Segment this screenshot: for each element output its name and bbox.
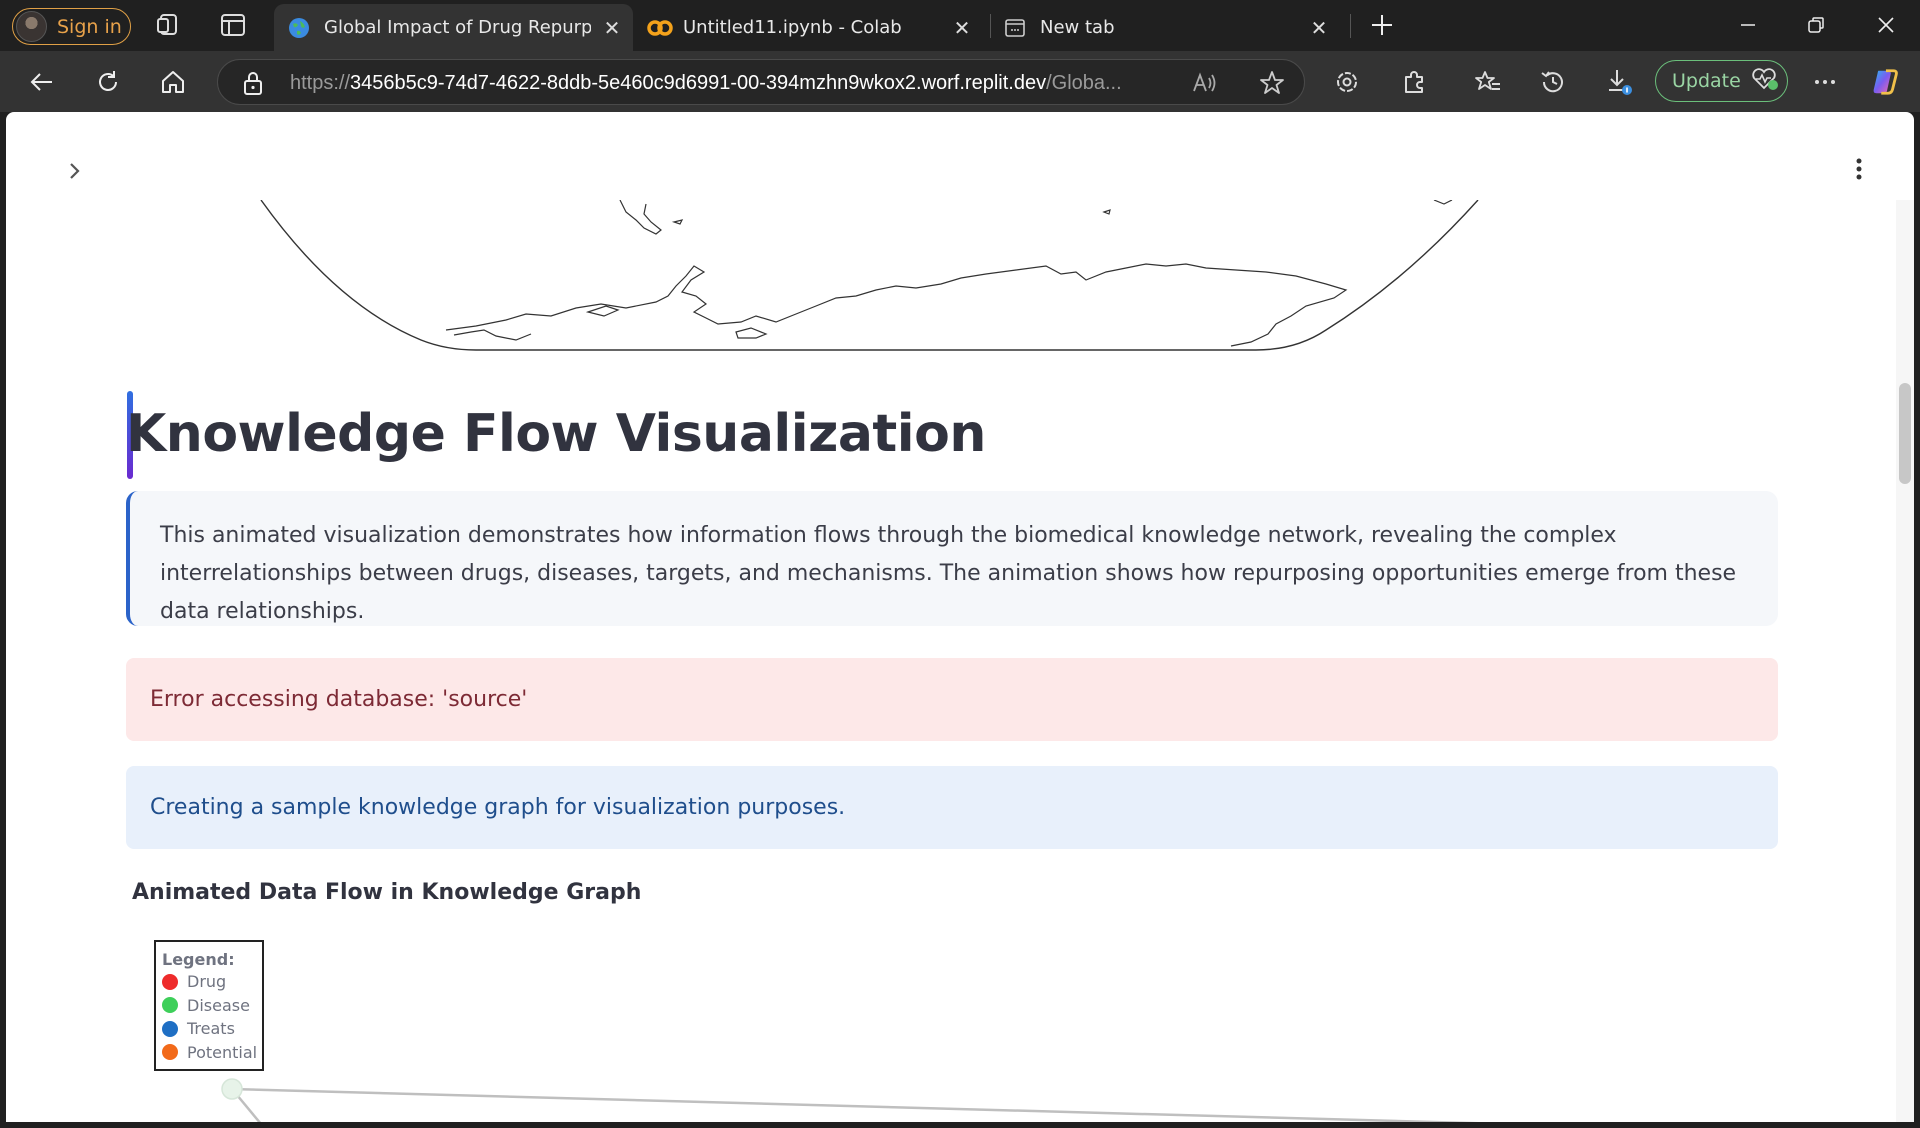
legend-dot-drug [162, 973, 178, 990]
url-protocol: https:// [290, 72, 351, 94]
address-bar[interactable]: https://3456b5c9-74d7-4622-8ddb-5e460c9d… [217, 59, 1305, 105]
legend-item-potential: Potential [162, 1041, 262, 1065]
browser-toolbar: https://3456b5c9-74d7-4622-8ddb-5e460c9d… [0, 51, 1920, 112]
minimize-icon[interactable] [1733, 10, 1763, 40]
info-message: Creating a sample knowledge graph for vi… [150, 795, 846, 820]
more-options-icon[interactable] [1810, 67, 1840, 97]
sidebar-expand-chevron-icon[interactable] [58, 154, 92, 188]
update-button[interactable]: Update [1655, 60, 1788, 102]
health-icon [1751, 67, 1779, 96]
new-tab-plus-icon[interactable] [1369, 12, 1395, 38]
error-message: Error accessing database: 'source' [150, 687, 528, 712]
info-alert: Creating a sample knowledge graph for vi… [126, 766, 1778, 849]
legend-label: Drug [187, 972, 227, 992]
read-aloud-icon[interactable] [1190, 68, 1220, 98]
tab-colab[interactable]: Untitled11.ipynb - Colab ✕ [633, 4, 983, 51]
legend-dot-treats [162, 1020, 178, 1037]
legend-item-treats: Treats [162, 1017, 262, 1041]
graph-edge [229, 1087, 1479, 1122]
copilot-icon[interactable] [1870, 67, 1900, 97]
scrollbar-thumb[interactable] [1899, 383, 1911, 484]
page-title: Knowledge Flow Visualization [126, 404, 986, 464]
error-alert: Error accessing database: 'source' [126, 658, 1778, 741]
legend-dot-disease [162, 997, 178, 1014]
url-text[interactable]: https://3456b5c9-74d7-4622-8ddb-5e460c9d… [290, 72, 1190, 95]
web-page: Knowledge Flow Visualization This animat… [6, 112, 1914, 1122]
globe-icon [288, 17, 310, 39]
section-subheading: Animated Data Flow in Knowledge Graph [132, 880, 642, 905]
page-scrollbar[interactable] [1896, 200, 1914, 1122]
colab-icon [647, 17, 673, 39]
back-icon[interactable] [27, 67, 57, 97]
sign-in-button[interactable]: Sign in [12, 8, 131, 45]
graph-node-disease[interactable] [221, 1078, 243, 1100]
workspaces-icon[interactable] [156, 12, 182, 38]
url-host: 3456b5c9-74d7-4622-8ddb-5e460c9d6991-00-… [350, 72, 1047, 94]
legend-dot-potential [162, 1044, 178, 1061]
update-label: Update [1672, 70, 1741, 92]
new-tab-page-icon [1004, 17, 1026, 39]
legend-label: Potential [187, 1042, 258, 1062]
tab-title: Global Impact of Drug Repurposing [324, 17, 591, 38]
home-icon[interactable] [158, 67, 188, 97]
graph-legend: Legend: Drug Disease Treats Potential [154, 940, 264, 1071]
favorites-icon[interactable] [1473, 67, 1503, 97]
tab-separator [1350, 14, 1351, 38]
tab-title: Untitled11.ipynb - Colab [683, 17, 902, 38]
refresh-icon[interactable] [93, 67, 123, 97]
url-path: /Globa... [1046, 72, 1122, 94]
close-tab-icon[interactable]: ✕ [601, 16, 623, 40]
history-icon[interactable] [1538, 67, 1568, 97]
tab-title: New tab [1040, 17, 1115, 38]
close-window-icon[interactable] [1871, 10, 1901, 40]
legend-label: Disease [187, 995, 250, 1015]
restore-icon[interactable] [1801, 10, 1831, 40]
globe-map-antarctica [260, 200, 1479, 351]
favorite-star-icon[interactable] [1257, 68, 1287, 98]
downloads-icon[interactable] [1604, 67, 1634, 97]
avatar [16, 11, 47, 42]
legend-item-drug: Drug [162, 970, 262, 994]
close-tab-icon[interactable]: ✕ [1308, 16, 1330, 40]
description-box: This animated visualization demonstrates… [126, 491, 1778, 626]
vertical-tabs-icon[interactable] [220, 12, 246, 38]
legend-item-disease: Disease [162, 994, 262, 1018]
sign-in-label: Sign in [57, 15, 122, 38]
chatgpt-extension-icon[interactable] [1332, 67, 1362, 97]
knowledge-graph-canvas[interactable] [126, 924, 1786, 1122]
legend-label: Treats [187, 1019, 235, 1039]
lock-icon[interactable] [238, 68, 268, 98]
extensions-puzzle-icon[interactable] [1399, 67, 1429, 97]
tab-global-impact[interactable]: Global Impact of Drug Repurposing ✕ [274, 4, 633, 51]
main-menu-kebab-icon[interactable] [1844, 152, 1874, 186]
tab-strip: Sign in Global Impact of Drug Repurposin… [0, 0, 1920, 51]
legend-title: Legend: [162, 950, 235, 969]
close-tab-icon[interactable]: ✕ [951, 16, 973, 40]
description-text: This animated visualization demonstrates… [160, 523, 1737, 624]
tab-new-tab[interactable]: New tab ✕ [990, 4, 1340, 51]
